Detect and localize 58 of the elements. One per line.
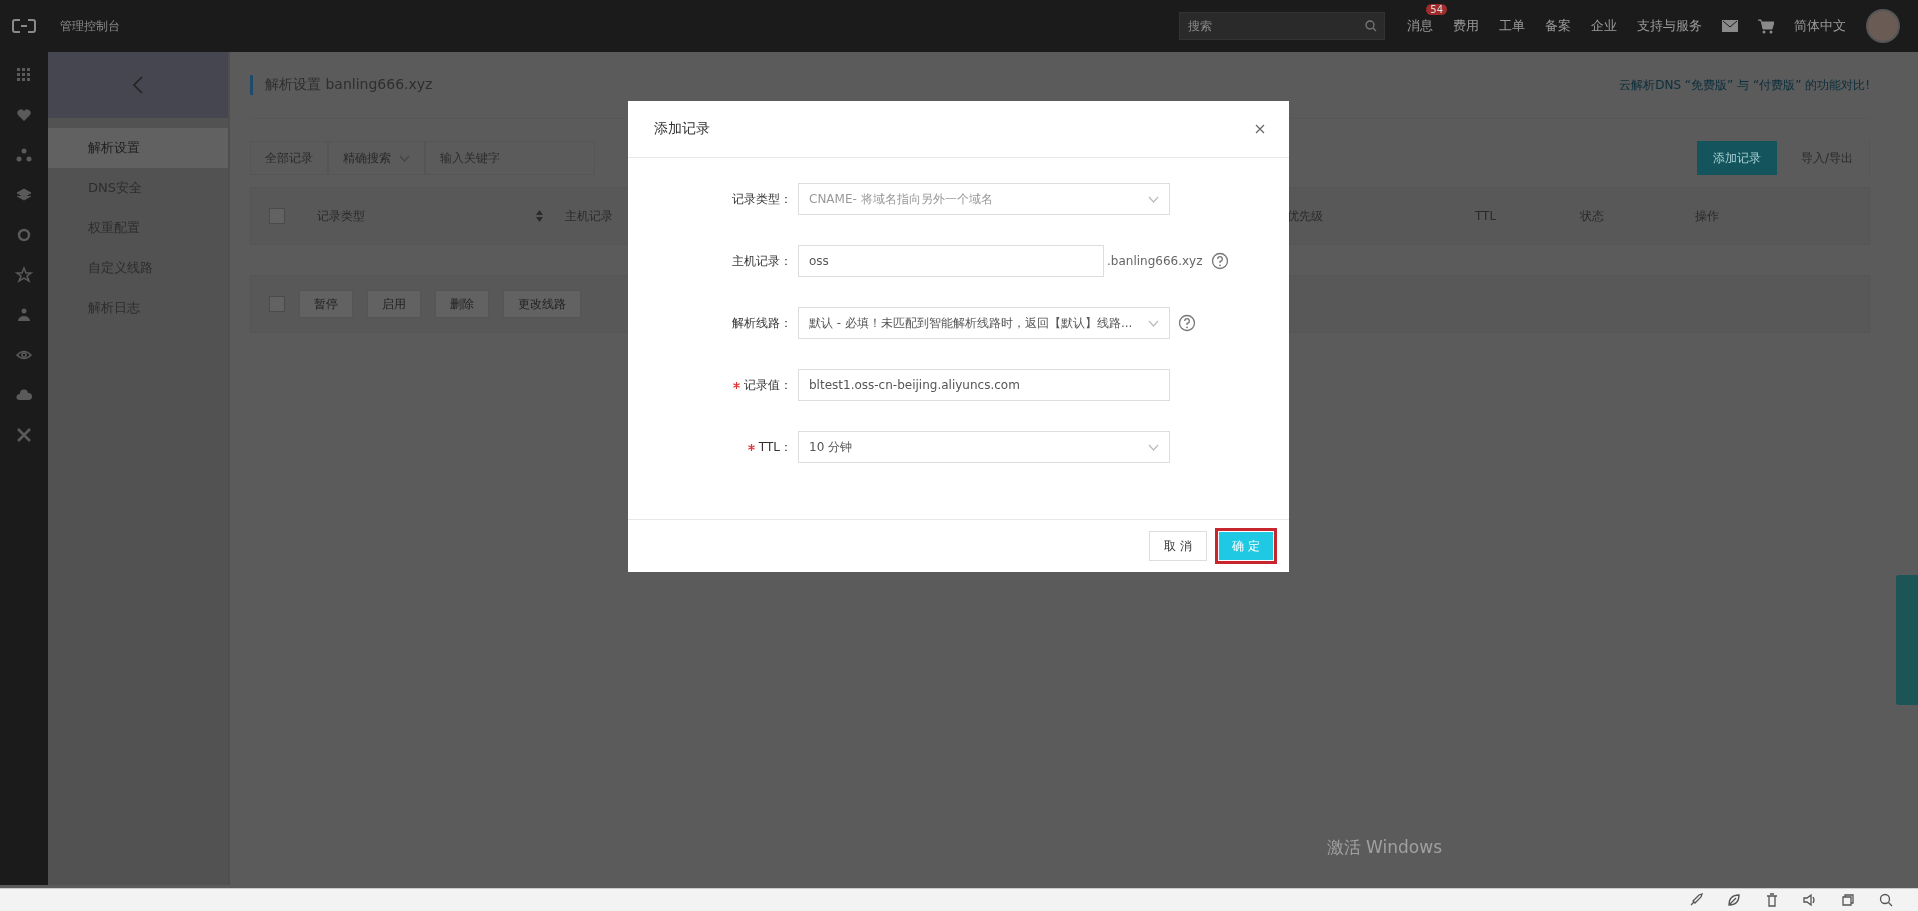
nav-link[interactable]: 备案 xyxy=(1535,17,1581,35)
batch-action-button[interactable]: 暂停 xyxy=(299,290,353,318)
nav-link[interactable]: 支持与服务 xyxy=(1627,17,1712,35)
input-field[interactable]: bltest1.oss-cn-beijing.aliyuncs.com xyxy=(798,369,1170,401)
activation-watermark: 激活 Windows xyxy=(1326,836,1442,859)
confirm-button[interactable]: 确 定 xyxy=(1215,528,1277,564)
trash-icon[interactable] xyxy=(1764,892,1780,908)
caret-icon xyxy=(1148,195,1159,203)
mail-icon[interactable] xyxy=(1722,20,1738,32)
select-field[interactable]: 默认 - 必填！未匹配到智能解析线路时，返回【默认】线路... xyxy=(798,307,1170,339)
star-icon[interactable] xyxy=(15,266,33,284)
caret-icon xyxy=(399,154,410,162)
nav-link[interactable]: 工单 xyxy=(1489,17,1535,35)
field-label: 解析线路： xyxy=(732,314,792,332)
chevron-left-icon[interactable] xyxy=(132,76,144,94)
tools-icon[interactable] xyxy=(15,426,33,444)
language-link[interactable]: 简体中文 xyxy=(1784,17,1856,35)
cart-icon[interactable] xyxy=(1758,18,1774,34)
nav-link[interactable]: 费用 xyxy=(1443,17,1489,35)
message-count-badge: 54 xyxy=(1426,4,1447,15)
domain-suffix: .banling666.xyz xyxy=(1107,254,1203,268)
field-label: TTL： xyxy=(758,438,792,456)
ring-icon[interactable] xyxy=(15,226,33,244)
compare-link[interactable]: 云解析DNS “免费版” 与 “付费版” 的功能对比! xyxy=(1619,76,1870,94)
batch-action-button[interactable]: 启用 xyxy=(367,290,421,318)
batch-action-button[interactable]: 更改线路 xyxy=(503,290,581,318)
input-field[interactable]: oss xyxy=(798,245,1104,277)
select-all-checkbox[interactable] xyxy=(269,208,285,224)
caret-icon xyxy=(1148,319,1159,327)
batch-checkbox[interactable] xyxy=(269,296,285,312)
sort-icon[interactable] xyxy=(536,210,543,222)
field-label: 记录类型： xyxy=(732,190,792,208)
cancel-button[interactable]: 取 消 xyxy=(1149,531,1208,561)
caret-icon xyxy=(1148,443,1159,451)
logo-icon[interactable] xyxy=(12,19,36,33)
leaf-icon[interactable] xyxy=(1726,892,1742,908)
close-icon[interactable] xyxy=(1255,124,1265,134)
windows-icon[interactable] xyxy=(1840,892,1856,908)
field-label: 记录值： xyxy=(744,376,792,394)
console-title[interactable]: 管理控制台 xyxy=(60,17,120,35)
add-record-button[interactable]: 添加记录 xyxy=(1696,141,1777,175)
speaker-icon[interactable] xyxy=(1802,892,1818,908)
nodes-icon[interactable] xyxy=(15,146,33,164)
nav-link[interactable]: 消息 xyxy=(1397,17,1443,35)
nav-link[interactable]: 企业 xyxy=(1581,17,1627,35)
search-icon[interactable] xyxy=(1365,20,1377,32)
search-icon[interactable] xyxy=(1878,892,1894,908)
field-label: 主机记录： xyxy=(732,252,792,270)
select-field[interactable]: 10 分钟 xyxy=(798,431,1170,463)
heart-icon[interactable] xyxy=(15,106,33,124)
sidebar-item[interactable]: 解析设置 xyxy=(48,128,228,168)
help-icon[interactable] xyxy=(1178,314,1196,332)
apps-grid-icon[interactable] xyxy=(15,66,33,84)
search-field[interactable]: 搜索 xyxy=(1179,12,1385,40)
avatar-icon[interactable] xyxy=(1866,9,1900,43)
person-icon[interactable] xyxy=(15,306,33,324)
help-icon[interactable] xyxy=(1210,252,1229,270)
dialog-title: 添加记录 xyxy=(654,120,710,138)
